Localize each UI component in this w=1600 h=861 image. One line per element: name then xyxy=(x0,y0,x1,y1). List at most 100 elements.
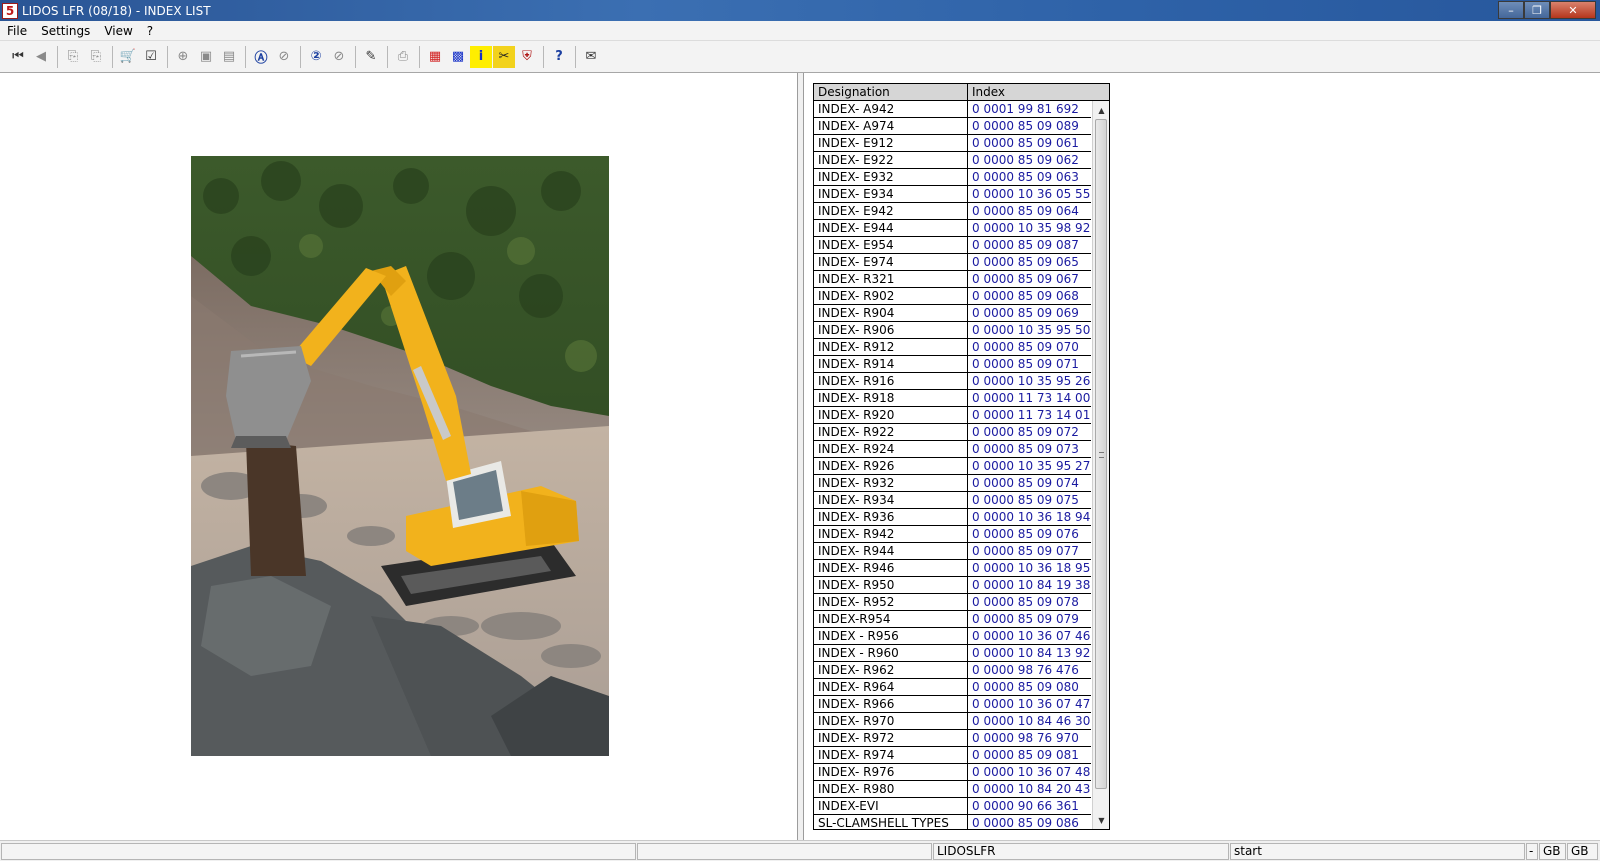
index-cell[interactable]: 0 0000 85 09 077 xyxy=(968,543,1091,559)
lidos-help-icon[interactable]: ? xyxy=(548,46,570,68)
grid-red-icon[interactable]: ▦ xyxy=(424,46,446,68)
index-cell[interactable]: 0 0000 85 09 062 xyxy=(968,152,1091,168)
table-row[interactable]: INDEX- R972 0 0000 98 76 970 xyxy=(814,730,1091,747)
table-row[interactable]: SL-CLAMSHELL TYPES 0 0000 85 09 086 xyxy=(814,815,1091,829)
designation-cell[interactable]: INDEX- R914 xyxy=(814,356,968,372)
index-cell[interactable]: 0 0000 10 84 13 92 xyxy=(968,645,1091,661)
index-cell[interactable]: 0 0000 90 66 361 xyxy=(968,798,1091,814)
table-row[interactable]: INDEX- R976 0 0000 10 36 07 48 xyxy=(814,764,1091,781)
designation-cell[interactable]: INDEX- E912 xyxy=(814,135,968,151)
lidos-app-icon[interactable]: 5 xyxy=(2,2,18,19)
table-row[interactable]: INDEX- R974 0 0000 85 09 081 xyxy=(814,747,1091,764)
designation-cell[interactable]: INDEX- E934 xyxy=(814,186,968,202)
designation-cell[interactable]: INDEX- A974 xyxy=(814,118,968,134)
index-cell[interactable]: 0 0000 85 09 067 xyxy=(968,271,1091,287)
table-row[interactable]: INDEX- R942 0 0000 85 09 076 xyxy=(814,526,1091,543)
table-row[interactable]: INDEX- E932 0 0000 85 09 063 xyxy=(814,169,1091,186)
table-row[interactable]: INDEX- A974 0 0000 85 09 089 xyxy=(814,118,1091,135)
index-cell[interactable]: 0 0000 10 36 18 94 xyxy=(968,509,1091,525)
grid-blue-icon[interactable]: ▩ xyxy=(447,46,469,68)
index-cell[interactable]: 0 0000 11 73 14 00 xyxy=(968,390,1091,406)
index-cell[interactable]: 0 0000 85 09 075 xyxy=(968,492,1091,508)
table-row[interactable]: INDEX- R970 0 0000 10 84 46 30 xyxy=(814,713,1091,730)
index-cell[interactable]: 0 0000 85 09 064 xyxy=(968,203,1091,219)
table-row[interactable]: INDEX-R954 0 0000 85 09 079 xyxy=(814,611,1091,628)
menu-file[interactable]: File xyxy=(0,24,34,38)
table-row[interactable]: INDEX- E912 0 0000 85 09 061 xyxy=(814,135,1091,152)
designation-cell[interactable]: INDEX- E932 xyxy=(814,169,968,185)
index-cell[interactable]: 0 0000 85 09 081 xyxy=(968,747,1091,763)
index-cell[interactable]: 0 0000 85 09 071 xyxy=(968,356,1091,372)
designation-cell[interactable]: INDEX- E954 xyxy=(814,237,968,253)
table-row[interactable]: INDEX- R966 0 0000 10 36 07 47 xyxy=(814,696,1091,713)
index-cell[interactable]: 0 0000 85 09 089 xyxy=(968,118,1091,134)
close-button[interactable]: ✕ xyxy=(1550,1,1596,19)
zoom-in-icon[interactable]: ⊕ xyxy=(172,46,194,68)
column-header-index[interactable]: Index xyxy=(968,84,1109,100)
index-cell[interactable]: 0 0000 85 09 080 xyxy=(968,679,1091,695)
table-row[interactable]: INDEX- E934 0 0000 10 36 05 55 xyxy=(814,186,1091,203)
designation-cell[interactable]: INDEX- R950 xyxy=(814,577,968,593)
index-cell[interactable]: 0 0000 10 36 07 48 xyxy=(968,764,1091,780)
search-2-icon[interactable]: ② xyxy=(305,46,327,68)
index-cell[interactable]: 0 0000 85 09 074 xyxy=(968,475,1091,491)
shield-icon[interactable]: ⛨ xyxy=(516,46,538,68)
table-row[interactable]: INDEX- R950 0 0000 10 84 19 38 xyxy=(814,577,1091,594)
tools-icon[interactable]: ✂ xyxy=(493,45,515,68)
table-row[interactable]: INDEX- R936 0 0000 10 36 18 94 xyxy=(814,509,1091,526)
table-row[interactable]: INDEX- E944 0 0000 10 35 98 92 xyxy=(814,220,1091,237)
menu-settings[interactable]: Settings xyxy=(34,24,97,38)
back-icon[interactable]: ◀ xyxy=(30,46,52,68)
table-row[interactable]: INDEX- R962 0 0000 98 76 476 xyxy=(814,662,1091,679)
table-row[interactable]: INDEX- R916 0 0000 10 35 95 26 xyxy=(814,373,1091,390)
index-cell[interactable]: 0 0000 85 09 068 xyxy=(968,288,1091,304)
table-row[interactable]: INDEX- R922 0 0000 85 09 072 xyxy=(814,424,1091,441)
first-page-icon[interactable]: ⏮ xyxy=(7,46,29,68)
designation-cell[interactable]: INDEX- A942 xyxy=(814,101,968,117)
edit-note-icon[interactable]: ✎ xyxy=(360,46,382,68)
index-cell[interactable]: 0 0000 10 36 07 47 xyxy=(968,696,1091,712)
table-row[interactable]: INDEX- R980 0 0000 10 84 20 43 xyxy=(814,781,1091,798)
table-row[interactable]: INDEX- R934 0 0000 85 09 075 xyxy=(814,492,1091,509)
designation-cell[interactable]: INDEX- R974 xyxy=(814,747,968,763)
index-cell[interactable]: 0 0000 10 36 07 46 xyxy=(968,628,1091,644)
designation-cell[interactable]: INDEX- R912 xyxy=(814,339,968,355)
designation-cell[interactable]: INDEX- E942 xyxy=(814,203,968,219)
index-cell[interactable]: 0 0000 10 36 05 55 xyxy=(968,186,1091,202)
index-cell[interactable]: 0 0000 85 09 078 xyxy=(968,594,1091,610)
designation-cell[interactable]: INDEX- R944 xyxy=(814,543,968,559)
designation-cell[interactable]: INDEX- R902 xyxy=(814,288,968,304)
designation-cell[interactable]: INDEX - R960 xyxy=(814,645,968,661)
index-cell[interactable]: 0 0000 98 76 476 xyxy=(968,662,1091,678)
index-cell[interactable]: 0 0000 98 76 970 xyxy=(968,730,1091,746)
column-header-designation[interactable]: Designation xyxy=(814,84,968,100)
index-cell[interactable]: 0 0000 10 35 95 50 xyxy=(968,322,1091,338)
designation-cell[interactable]: INDEX- R966 xyxy=(814,696,968,712)
next-document-icon[interactable]: ⎘ xyxy=(85,46,107,68)
document-viewer-pane[interactable] xyxy=(1,73,798,840)
designation-cell[interactable]: INDEX- R934 xyxy=(814,492,968,508)
designation-cell[interactable]: INDEX- R962 xyxy=(814,662,968,678)
index-cell[interactable]: 0 0000 85 09 065 xyxy=(968,254,1091,270)
table-row[interactable]: INDEX-EVI 0 0000 90 66 361 xyxy=(814,798,1091,815)
table-row[interactable]: INDEX- E954 0 0000 85 09 087 xyxy=(814,237,1091,254)
search-reset-a-icon[interactable]: ⊘ xyxy=(273,46,295,68)
index-cell[interactable]: 0 0000 10 35 95 26 xyxy=(968,373,1091,389)
table-row[interactable]: INDEX- E922 0 0000 85 09 062 xyxy=(814,152,1091,169)
index-cell[interactable]: 0 0000 85 09 087 xyxy=(968,237,1091,253)
index-cell[interactable]: 0 0000 85 09 073 xyxy=(968,441,1091,457)
table-row[interactable]: INDEX- R952 0 0000 85 09 078 xyxy=(814,594,1091,611)
table-row[interactable]: INDEX - R956 0 0000 10 36 07 46 xyxy=(814,628,1091,645)
designation-cell[interactable]: INDEX - R956 xyxy=(814,628,968,644)
cart-icon[interactable]: 🛒 xyxy=(117,46,139,68)
table-row[interactable]: INDEX- R946 0 0000 10 36 18 95 xyxy=(814,560,1091,577)
designation-cell[interactable]: INDEX- R942 xyxy=(814,526,968,542)
index-cell[interactable]: 0 0000 10 84 19 38 xyxy=(968,577,1091,593)
table-row[interactable]: INDEX- R920 0 0000 11 73 14 01 xyxy=(814,407,1091,424)
pane-splitter[interactable] xyxy=(798,73,804,840)
designation-cell[interactable]: INDEX-R954 xyxy=(814,611,968,627)
index-cell[interactable]: 0 0000 85 09 076 xyxy=(968,526,1091,542)
table-row[interactable]: INDEX- R912 0 0000 85 09 070 xyxy=(814,339,1091,356)
maximize-button[interactable]: ❐ xyxy=(1524,1,1550,19)
index-cell[interactable]: 0 0000 11 73 14 01 xyxy=(968,407,1091,423)
